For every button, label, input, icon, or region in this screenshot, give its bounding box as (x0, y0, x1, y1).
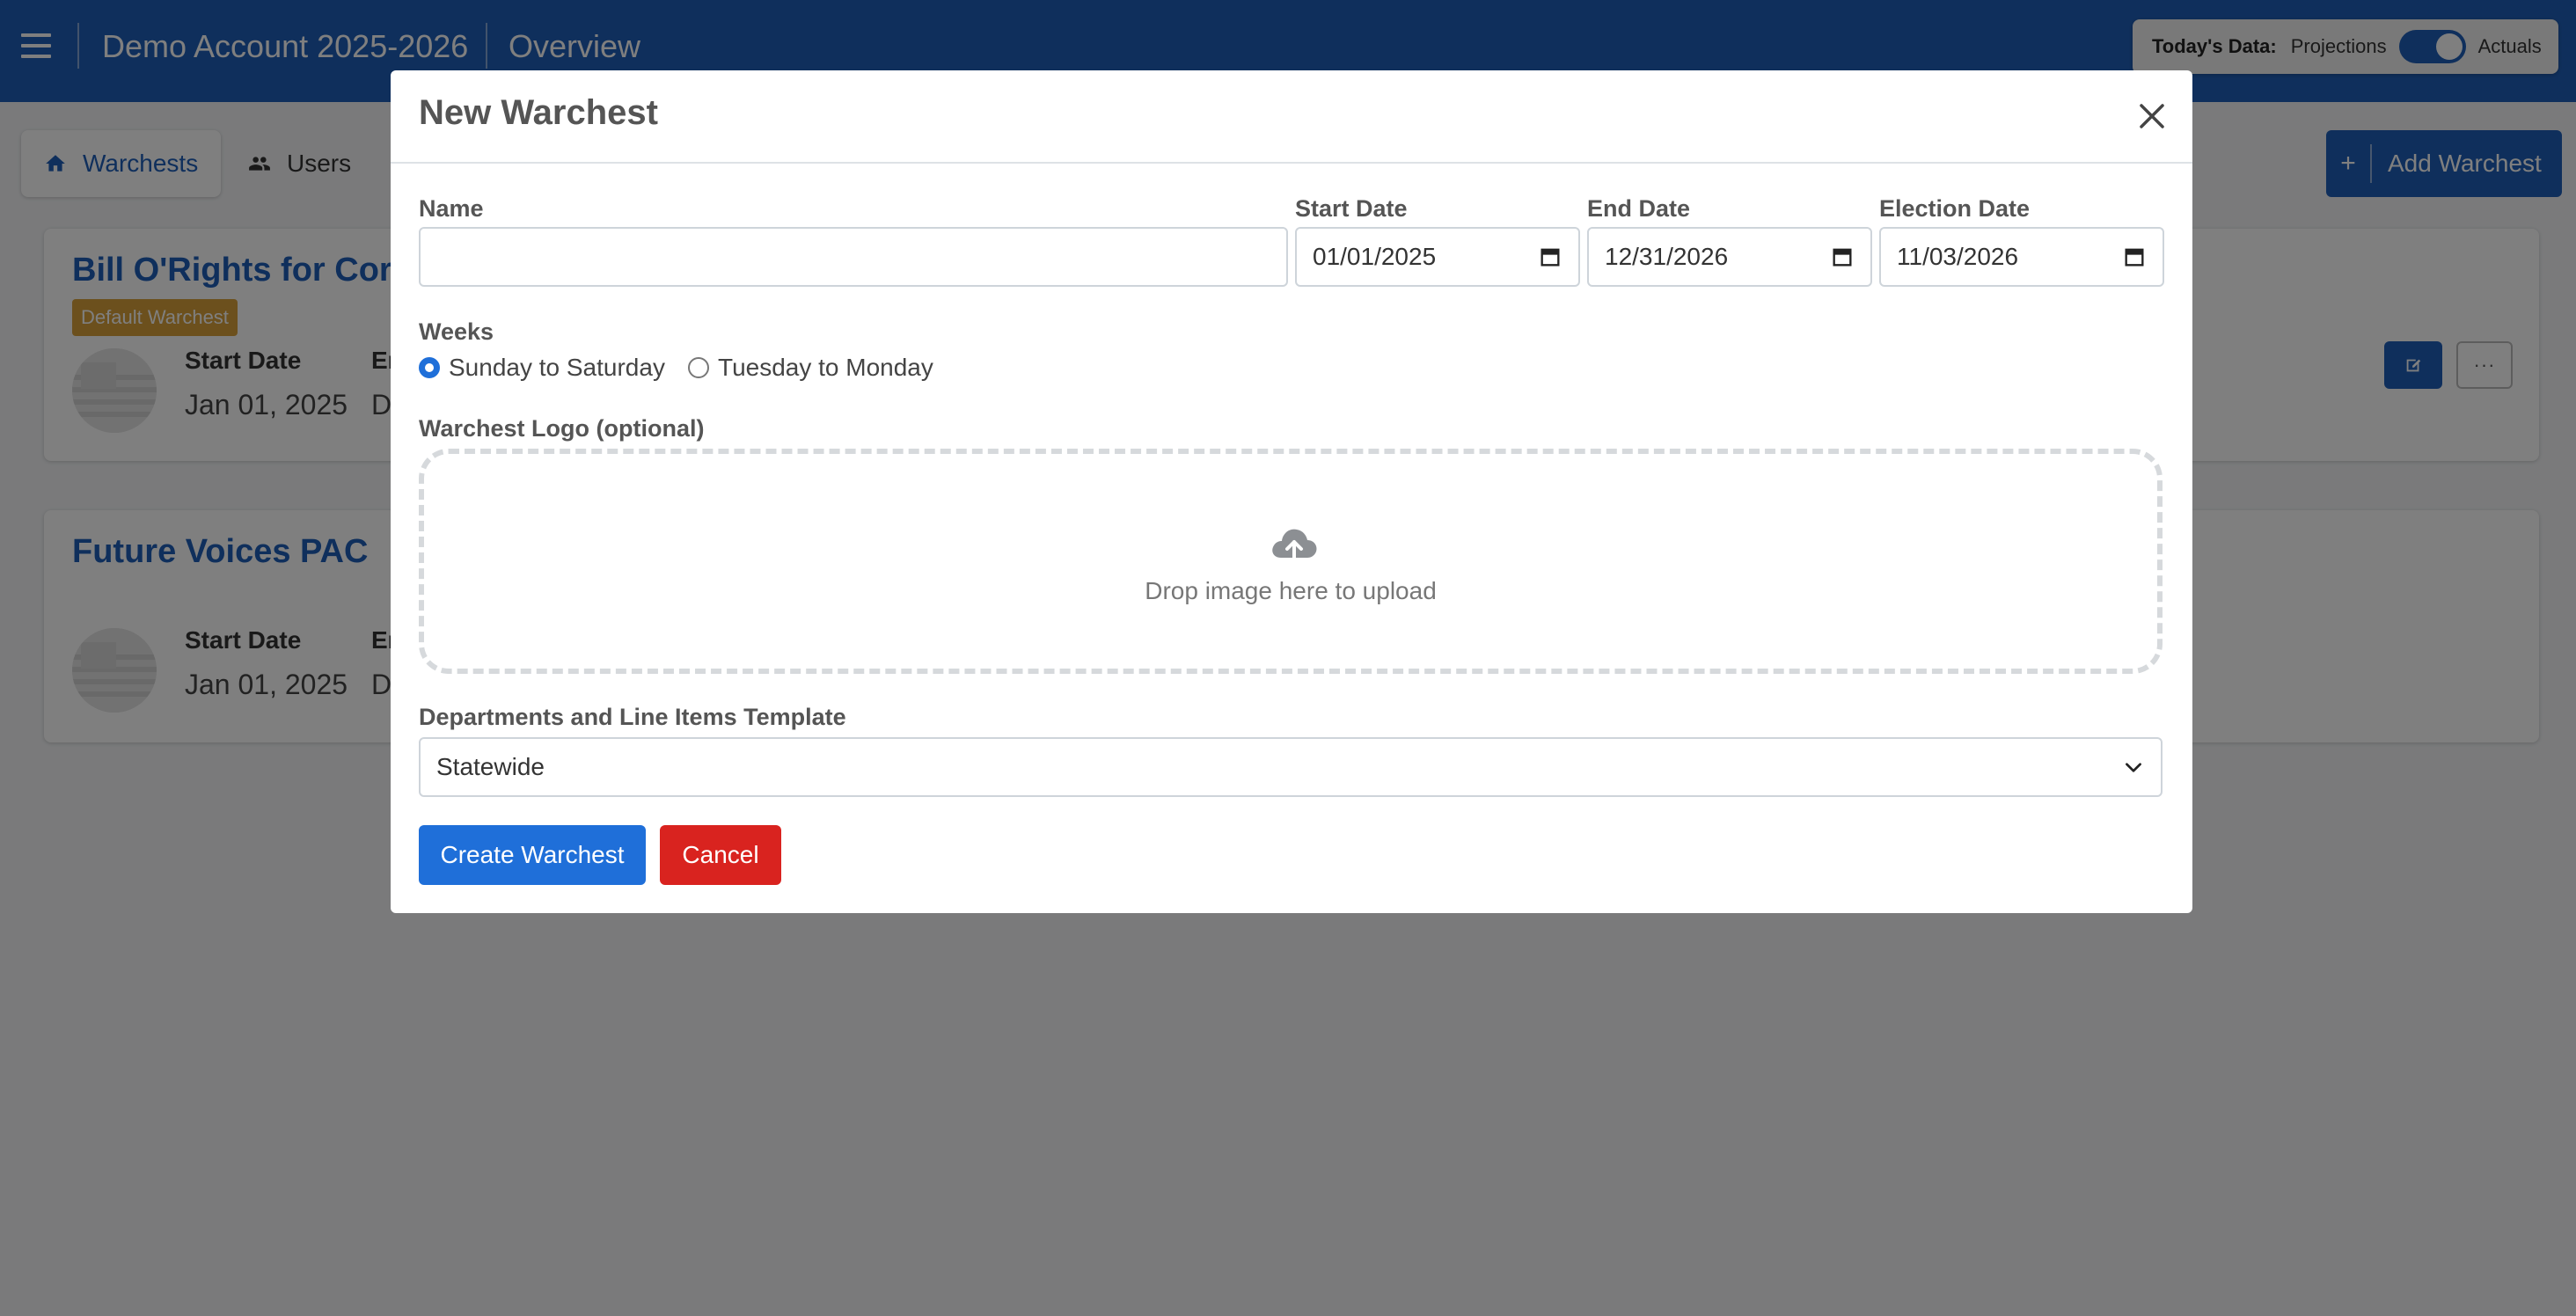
radio-button[interactable] (688, 357, 709, 378)
dropzone-text: Drop image here to upload (1145, 577, 1437, 604)
template-label: Departments and Line Items Template (419, 704, 846, 730)
start-date-input[interactable]: 01/01/2025 (1295, 227, 1580, 287)
radio-label: Sunday to Saturday (449, 354, 665, 381)
weeks-label: Weeks (419, 318, 494, 345)
end-date-value: 12/31/2026 (1605, 243, 1729, 270)
start-date-label: Start Date (1295, 195, 1408, 222)
template-select[interactable]: Statewide (419, 737, 2163, 797)
cancel-button[interactable]: Cancel (660, 825, 781, 885)
election-date-value: 11/03/2026 (1897, 243, 2019, 270)
new-warchest-modal: New Warchest Name Start Date 01/01/2025 … (391, 70, 2192, 913)
name-label: Name (419, 195, 484, 222)
create-warchest-button[interactable]: Create Warchest (419, 825, 646, 885)
weeks-option-sunday[interactable]: Sunday to Saturday (419, 350, 665, 385)
logo-dropzone[interactable]: Drop image here to upload (419, 449, 2163, 674)
close-icon[interactable] (2133, 97, 2171, 135)
election-date-input[interactable]: 11/03/2026 (1879, 227, 2164, 287)
election-date-label: Election Date (1879, 195, 2031, 222)
modal-title: New Warchest (419, 93, 658, 132)
name-field[interactable] (419, 227, 1288, 287)
start-date-value: 01/01/2025 (1313, 243, 1437, 270)
calendar-icon[interactable] (1538, 245, 1562, 269)
end-date-input[interactable]: 12/31/2026 (1587, 227, 1872, 287)
calendar-icon[interactable] (2122, 245, 2147, 269)
cloud-upload-icon (1272, 529, 1317, 565)
radio-label: Tuesday to Monday (718, 354, 933, 381)
radio-button[interactable] (419, 357, 440, 378)
logo-label: Warchest Logo (optional) (419, 415, 705, 442)
end-date-label: End Date (1587, 195, 1691, 222)
template-selected-value: Statewide (436, 753, 545, 780)
calendar-icon[interactable] (1830, 245, 1855, 269)
modal-header: New Warchest (391, 70, 2192, 164)
chevron-down-icon (2126, 763, 2141, 772)
weeks-option-tuesday[interactable]: Tuesday to Monday (688, 350, 933, 385)
